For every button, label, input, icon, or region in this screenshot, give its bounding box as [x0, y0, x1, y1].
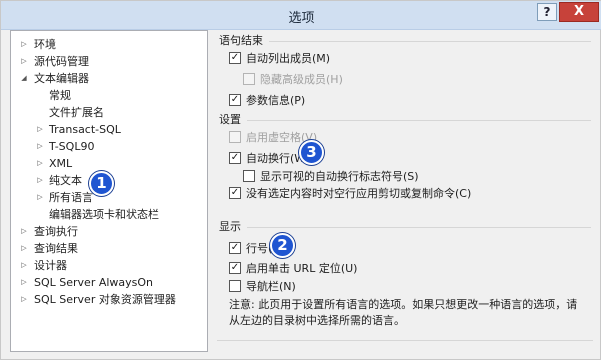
expand-arrow-icon[interactable]: ▷ [19, 258, 29, 273]
tree-item-label: 所有语言 [49, 191, 93, 204]
tree-item-label: 文件扩展名 [49, 106, 104, 119]
expand-arrow-icon[interactable]: ▷ [19, 275, 29, 290]
expand-arrow-icon[interactable]: ▷ [35, 173, 45, 188]
checkbox-unchecked[interactable] [243, 73, 255, 85]
tree-item-label: SQL Server 对象资源管理器 [34, 293, 176, 306]
tree-item-label: SQL Server AlwaysOn [34, 276, 154, 289]
tree-item-label: 环境 [34, 38, 56, 51]
section-title-statement-completion: 语句结束 [219, 34, 263, 47]
expand-arrow-icon[interactable]: ▷ [35, 190, 45, 205]
tree-item-label: T-SQL90 [49, 140, 95, 153]
tree-item-label: Transact-SQL [49, 123, 121, 136]
tree-item-label: 源代码管理 [34, 55, 89, 68]
expand-arrow-icon[interactable]: ▷ [19, 54, 29, 69]
options-dialog: 选项 ? X ▷ 环境 ▷ 源代码管理 ◢ 文本编辑器 常规 文件扩展名 ▷ T… [0, 0, 601, 360]
checkbox-checked[interactable]: ✓ [229, 187, 241, 199]
section-title-display: 显示 [219, 220, 241, 233]
checkbox-checked[interactable]: ✓ [229, 242, 241, 254]
tree-item-label: 设计器 [34, 259, 67, 272]
expand-arrow-icon[interactable]: ▷ [19, 292, 29, 307]
tree-item-label: 编辑器选项卡和状态栏 [49, 208, 159, 221]
expand-arrow-icon[interactable]: ▷ [35, 156, 45, 171]
checkbox-unchecked[interactable] [229, 131, 241, 143]
tree-item-label: XML [49, 157, 73, 170]
option-label: 没有选定内容时对空行应用剪切或复制命令(C) [246, 187, 472, 200]
section-divider [247, 227, 591, 228]
collapse-arrow-icon[interactable]: ◢ [19, 71, 29, 86]
option-label: 参数信息(P) [246, 94, 306, 107]
tree-item-label: 查询执行 [34, 225, 78, 238]
option-label: 隐藏高级成员(H) [260, 73, 343, 86]
expand-arrow-icon[interactable]: ▷ [35, 122, 45, 137]
option-label: 自动列出成员(M) [246, 52, 331, 65]
checkbox-unchecked[interactable] [229, 280, 241, 292]
note-text: 注意: 此页用于设置所有语言的选项。如果只想更改一种语言的选项，请从左边的目录树… [229, 298, 578, 327]
option-label: 启用单击 URL 定位(U) [246, 262, 358, 275]
window-title: 选项 [288, 11, 315, 26]
expand-arrow-icon[interactable]: ▷ [19, 37, 29, 52]
checkbox-checked[interactable]: ✓ [229, 262, 241, 274]
options-panel: 语句结束 ✓ 自动列出成员(M) 隐藏高级成员(H) ✓ 参数信息(P) 设置 … [217, 30, 593, 350]
title-bar: 选项 ? X [1, 1, 601, 30]
option-label: 导航栏(N) [246, 280, 296, 293]
expand-arrow-icon[interactable]: ▷ [19, 241, 29, 256]
checkbox-checked[interactable]: ✓ [229, 152, 241, 164]
tree-item-label: 常规 [49, 89, 71, 102]
callout-badge-3: 3 [299, 140, 324, 165]
tree-item-label: 查询结果 [34, 242, 78, 255]
callout-badge-2: 2 [270, 233, 295, 258]
section-title-settings: 设置 [219, 113, 241, 126]
checkbox-checked[interactable]: ✓ [229, 52, 241, 64]
tree-item-label: 文本编辑器 [34, 72, 89, 85]
checkbox-checked[interactable]: ✓ [229, 94, 241, 106]
help-button[interactable]: ? [537, 3, 557, 21]
section-divider [269, 41, 591, 42]
bottom-divider [217, 340, 593, 341]
section-divider [247, 120, 591, 121]
checkbox-unchecked[interactable] [243, 170, 255, 182]
expand-arrow-icon[interactable]: ▷ [35, 139, 45, 154]
option-label: 显示可视的自动换行标志符号(S) [260, 170, 419, 183]
tree-item-label: 纯文本 [49, 174, 82, 187]
expand-arrow-icon[interactable]: ▷ [19, 224, 29, 239]
close-button[interactable]: X [559, 2, 599, 22]
callout-badge-1: 1 [89, 171, 114, 196]
